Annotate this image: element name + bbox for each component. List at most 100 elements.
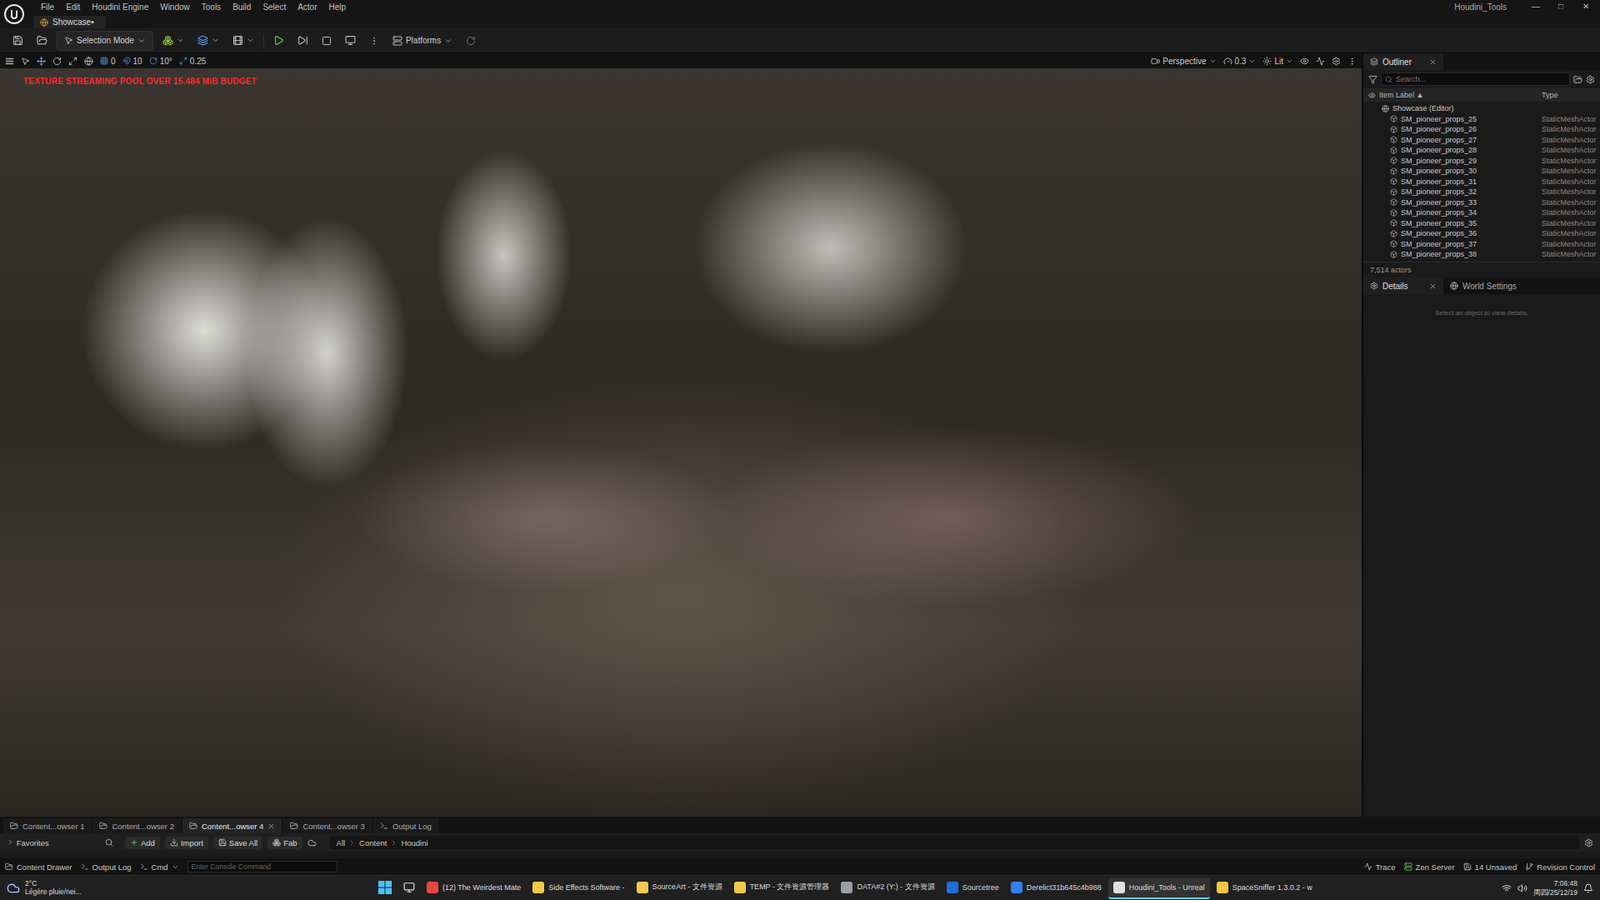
console-input[interactable]: Enter Console Command <box>187 860 338 873</box>
more-button[interactable] <box>365 31 384 50</box>
taskbar-app[interactable]: SourceArt - 文件资源 <box>631 877 728 900</box>
unreal-logo-icon[interactable] <box>3 3 25 25</box>
window-control[interactable]: — <box>1525 0 1547 11</box>
status-icon <box>1404 862 1413 871</box>
outliner-row[interactable]: SM_pioneer_props_32StaticMeshActor <box>1363 186 1600 198</box>
column-header[interactable]: Item Label ▲ <box>1363 90 1537 100</box>
outliner-tab[interactable]: Outliner <box>1363 53 1444 70</box>
status-button[interactable]: 14 Unsaved <box>1463 862 1518 872</box>
outliner-search[interactable]: Search... <box>1380 72 1570 86</box>
viewport[interactable]: TEXTURE STREAMING POOL OVER 15.484 MiB B… <box>0 68 1362 817</box>
snap-setting[interactable]: 0 <box>100 56 116 66</box>
details-tab[interactable]: World Settings <box>1443 277 1524 295</box>
menu-item[interactable]: Actor <box>291 2 323 12</box>
snap-setting[interactable]: 10° <box>149 56 173 66</box>
document-tab[interactable]: Showcase• <box>33 15 106 29</box>
task-view-button[interactable] <box>398 877 420 900</box>
mode-dropdown[interactable]: Selection Mode <box>56 30 154 51</box>
column-header[interactable]: Type <box>1536 90 1600 100</box>
cmd-dropdown[interactable]: Cmd <box>140 862 180 872</box>
outliner-row[interactable]: SM_pioneer_props_38StaticMeshActor <box>1363 249 1600 260</box>
menu-item[interactable]: Help <box>323 2 353 12</box>
breadcrumb[interactable]: Houdini <box>400 838 428 848</box>
status-button[interactable]: Trace <box>1364 862 1396 872</box>
launch-button[interactable] <box>340 31 360 50</box>
snap-setting[interactable]: 0.25 <box>179 56 206 66</box>
skip-button[interactable] <box>293 31 313 50</box>
status-button[interactable]: Revision Control <box>1525 862 1595 872</box>
outliner-row[interactable]: SM_pioneer_props_28StaticMeshActor <box>1363 145 1600 156</box>
taskbar-app[interactable]: (12) The Weirdest Mate <box>421 877 526 900</box>
platforms-button[interactable]: Platforms <box>388 31 457 50</box>
content-tab[interactable]: Content...owser 3 <box>283 818 371 834</box>
menu-item[interactable]: File <box>35 2 60 12</box>
breadcrumb[interactable]: Content <box>359 838 387 848</box>
add-actor-button[interactable] <box>158 31 189 50</box>
outliner-row[interactable]: SM_pioneer_props_35StaticMeshActor <box>1363 218 1600 230</box>
camera-speed-button[interactable]: 0.3 <box>1223 56 1257 66</box>
outliner-row[interactable]: SM_pioneer_props_36StaticMeshActor <box>1363 228 1600 240</box>
taskbar-app[interactable]: Side Effects Software - <box>527 877 630 900</box>
outliner-row[interactable]: SM_pioneer_props_29StaticMeshActor <box>1363 155 1600 167</box>
cinematics-button[interactable] <box>228 31 259 50</box>
content-tab[interactable]: Content...owser 2 <box>92 818 180 834</box>
content-button[interactable] <box>32 31 52 50</box>
lighting-button[interactable]: Lit <box>1262 56 1294 66</box>
app-icon <box>946 881 959 894</box>
window-control[interactable]: □ <box>1550 0 1572 11</box>
viewport-toolbar: 0 10 10° 0.25 Perspective 0.3 Lit <box>0 53 1362 69</box>
outliner-row[interactable]: SM_pioneer_props_25StaticMeshActor <box>1363 114 1600 125</box>
taskbar-app[interactable]: TEMP - 文件资源管理器 <box>729 877 835 900</box>
taskbar-app[interactable]: Sourcetree <box>941 877 1005 900</box>
logo[interactable] <box>0 0 29 29</box>
outliner-row[interactable]: SM_pioneer_props_33StaticMeshActor <box>1363 197 1600 209</box>
view-mode-button[interactable]: Perspective <box>1150 56 1216 66</box>
menu-item[interactable]: Houdini Engine <box>85 2 155 12</box>
snap-setting[interactable]: 10 <box>122 56 143 66</box>
content-tab[interactable]: Content...owser 4 <box>182 818 282 834</box>
outliner-row[interactable]: Showcase (Editor) <box>1363 103 1600 115</box>
taskbar-app[interactable]: SpaceSniffer 1.3.0.2 - w <box>1211 877 1318 900</box>
clock[interactable]: 7:06:48周四/25/12/19 <box>1533 879 1578 896</box>
outliner-row[interactable]: SM_pioneer_props_37StaticMeshActor <box>1363 239 1600 250</box>
stop-button[interactable] <box>317 31 336 50</box>
menu-item[interactable]: Tools <box>195 2 227 12</box>
windows-icon[interactable] <box>378 880 392 895</box>
outliner-row[interactable]: SM_pioneer_props_30StaticMeshActor <box>1363 165 1600 177</box>
outliner-row[interactable]: SM_pioneer_props_27StaticMeshActor <box>1363 135 1600 146</box>
favorites[interactable]: Favorites <box>6 838 120 848</box>
show-icon <box>1300 56 1310 66</box>
taskbar-app[interactable]: DATA#2 (Y:) - 文件资源 <box>835 877 940 900</box>
outliner-row[interactable]: SM_pioneer_props_31StaticMeshActor <box>1363 176 1600 188</box>
details-tab[interactable]: Details <box>1363 277 1444 295</box>
menu-item[interactable]: Select <box>256 2 292 12</box>
outliner-row[interactable]: SM_pioneer_props_34StaticMeshActor <box>1363 207 1600 219</box>
status-button[interactable]: Content Drawer <box>5 862 73 872</box>
taskbar-app[interactable]: Houdini_Tools - Unreal <box>1108 877 1210 900</box>
sync-button[interactable] <box>461 31 480 50</box>
breadcrumbs: All Content Houdini <box>330 835 1580 850</box>
blueprint-button[interactable] <box>193 31 224 50</box>
menu-item[interactable]: Edit <box>60 2 86 12</box>
taskbar-app[interactable]: Derelict31b645c4b988 <box>1005 877 1107 900</box>
window-control[interactable]: ✕ <box>1575 0 1597 11</box>
breadcrumb[interactable]: All <box>336 838 346 848</box>
play-button[interactable] <box>269 31 289 50</box>
content-button[interactable]: Add <box>125 836 160 850</box>
status-button[interactable]: Output Log <box>80 862 132 872</box>
content-tab[interactable]: Content...owser 1 <box>3 818 91 834</box>
save-button[interactable] <box>8 31 28 50</box>
start-button[interactable] <box>373 877 397 900</box>
status-bar: Content Drawer Output Log Cmd Enter Console… <box>0 858 1600 875</box>
status-icon <box>5 862 14 871</box>
menu-item[interactable]: Build <box>226 2 257 12</box>
menu-item[interactable]: Window <box>154 2 196 12</box>
content-button[interactable]: Import <box>165 836 209 850</box>
content-button[interactable]: Fab <box>267 836 302 850</box>
status-button[interactable]: Zen Server <box>1404 862 1455 872</box>
content-tab[interactable]: Output Log <box>373 818 439 834</box>
outliner-row[interactable]: SM_pioneer_props_26StaticMeshActor <box>1363 124 1600 135</box>
snap-icon <box>179 56 188 65</box>
content-button[interactable]: Save All <box>213 836 263 850</box>
weather[interactable]: 2°CLégère pluie/nei... <box>6 880 374 897</box>
